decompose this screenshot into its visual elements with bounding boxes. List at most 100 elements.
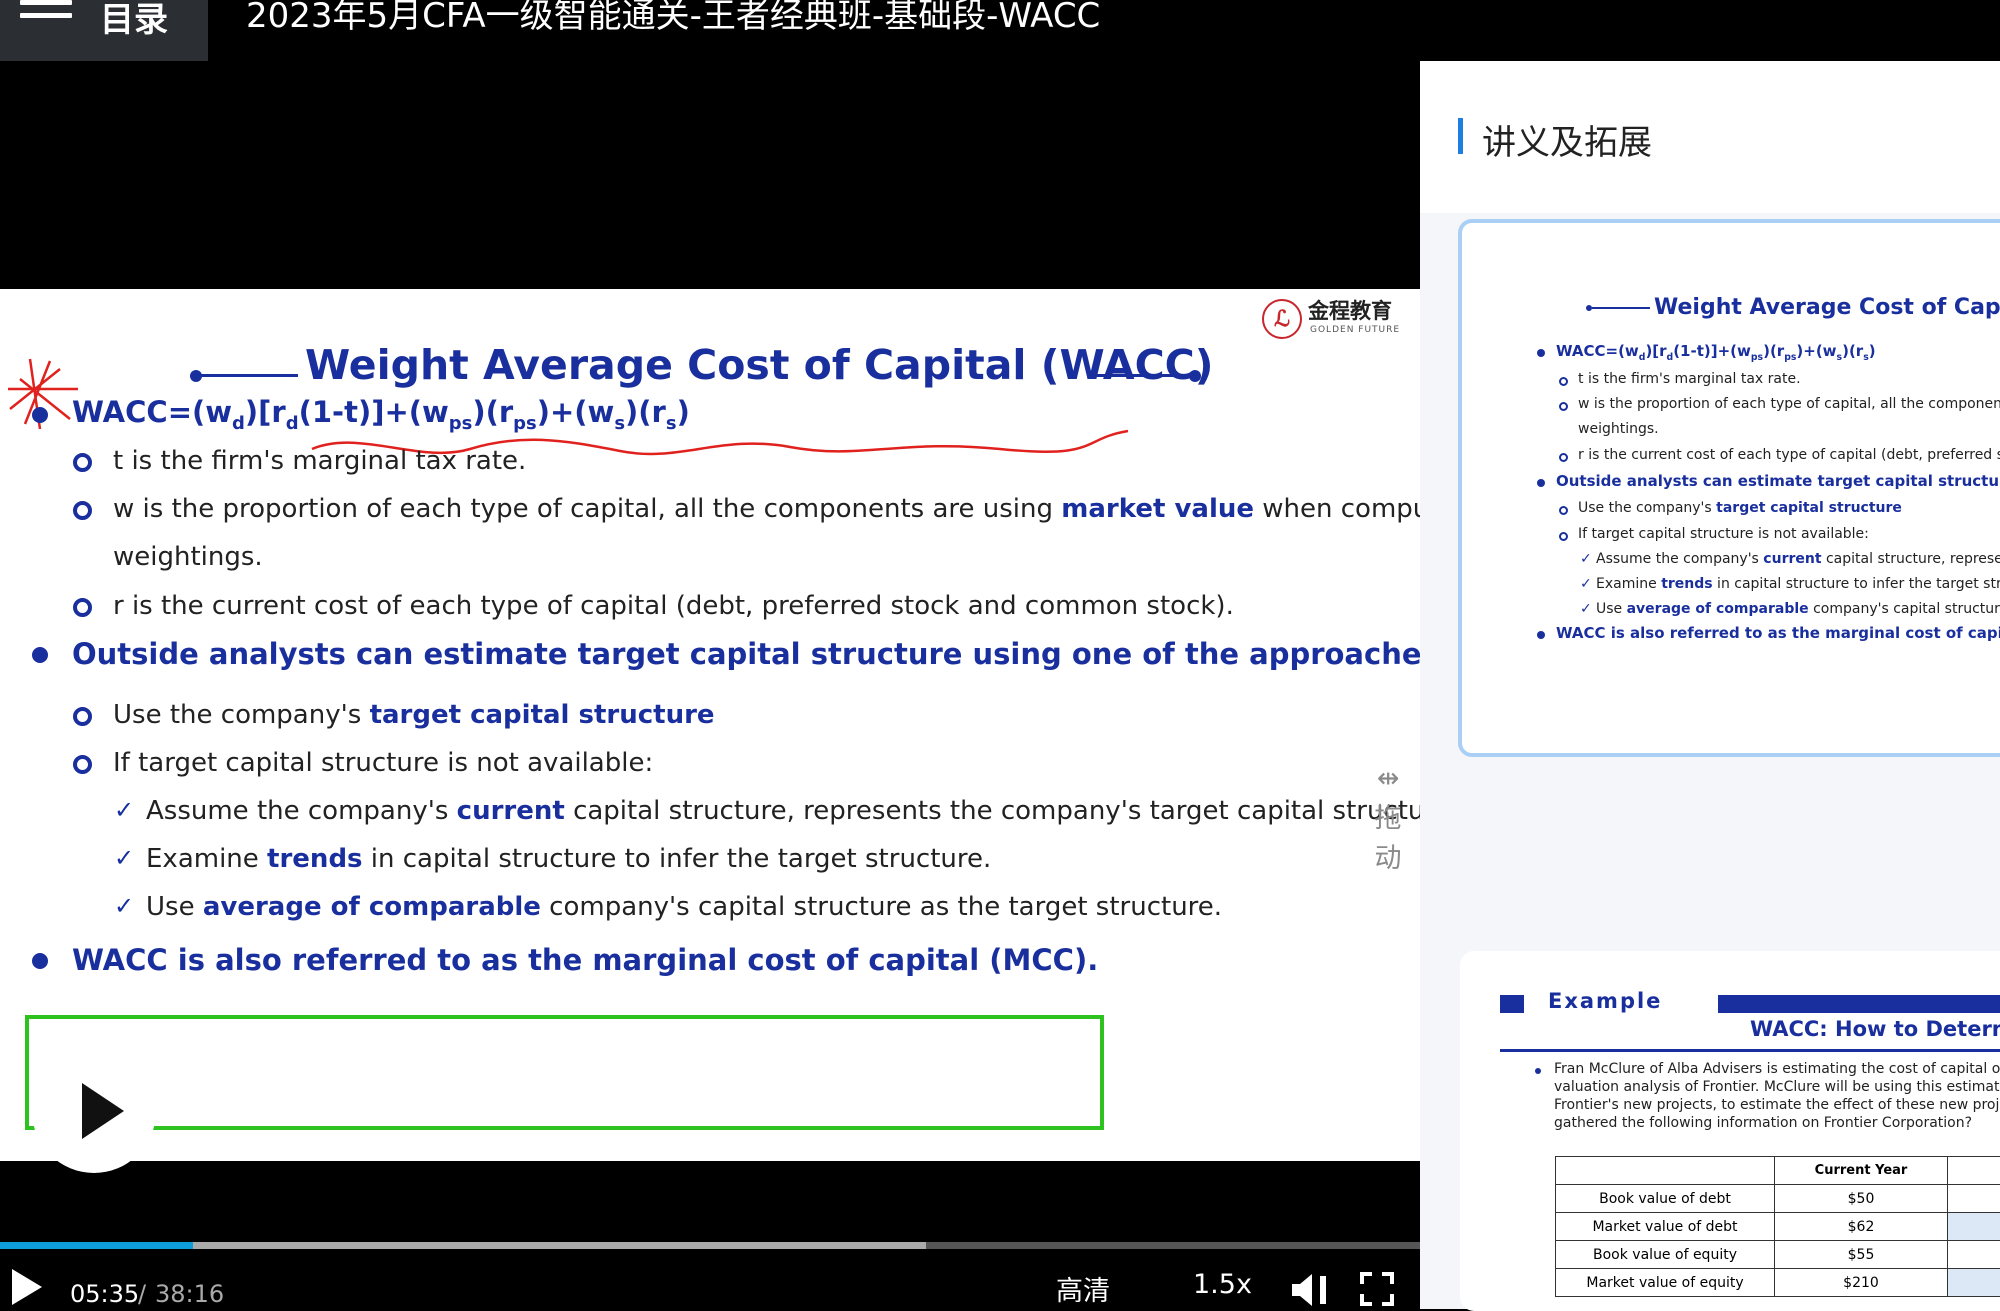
drag-label: 动 [1368,839,1408,879]
video-player[interactable]: ℒ 金程教育 GOLDEN FUTURE Weight Average Cost… [0,61,1420,1309]
current-time: 05:35 [70,1280,139,1308]
card-avg: Use average of comparable company's capi… [1596,601,2000,617]
sub-bullet [1559,532,1568,541]
table-header-cell [1556,1157,1775,1185]
progress-played [0,1242,193,1249]
example-header-bar [1718,995,2000,1013]
panel-accent-bar [1458,118,1463,154]
check-icon: ✓ [114,892,134,920]
table-cell-label: Book value of equity [1556,1241,1775,1269]
card-t-def: t is the firm's marginal tax rate. [1578,371,1801,387]
table-header-cell: Current Year [1775,1157,1948,1185]
tax-rate-definition: t is the firm's marginal tax rate. [113,446,526,476]
table-row: Book value of equity $55 [1556,1241,2000,1269]
cost-definition: r is the current cost of each type of ca… [113,591,1234,621]
course-title: 2023年5月CFA一级智能通关-王者经典班-基础段-WACC [246,0,1100,37]
handout-panel: 讲义及拓展 Weight Average Cost of Capi WACC=(… [1420,61,2000,1309]
speed-selector[interactable]: 1.5x [1193,1269,1252,1300]
player-controls: 05:35 / 38:16 高清 1.5x [0,1252,1420,1309]
handout-card-example[interactable]: Example WACC: How to Determine Fran McCl… [1460,951,2000,1311]
drag-icon: ⇹ [1368,759,1408,799]
example-marker [1500,995,1524,1013]
table-cell [1948,1185,2000,1213]
example-body: gathered the following information on Fr… [1554,1115,1972,1131]
title-deco-line [1592,307,1650,309]
card-if-not: If target capital structure is not avail… [1578,526,1869,542]
card-r-def: r is the current cost of each type of ca… [1578,447,2000,463]
card-assume: Assume the company's current capital str… [1596,551,2000,567]
sub-bullet [73,755,92,774]
handout-card-wacc[interactable]: Weight Average Cost of Capi WACC=(wd)[rd… [1458,219,2000,757]
if-not-available: If target capital structure is not avail… [113,748,653,778]
table-cell-label: Market value of equity [1556,1269,1775,1297]
check-icon: ✓ [1580,551,1592,567]
table-cell-label: Market value of debt [1556,1213,1775,1241]
check-icon: ✓ [114,844,134,872]
table-row: Market value of equity $210 [1556,1269,2000,1297]
top-bar: 目录 2023年5月CFA一级智能通关-王者经典班-基础段-WACC [0,0,2000,61]
catalog-label: 目录 [100,0,168,41]
drag-label: 拖 [1368,799,1408,839]
sub-bullet [1559,453,1568,462]
check-icon: ✓ [1580,601,1592,617]
example-data-table: Current Year Book value of debt $50 Mark… [1555,1156,2000,1297]
highlight-annotation-box [25,1015,1104,1130]
bullet [1537,349,1545,357]
use-target-structure: Use the company's target capital structu… [113,700,715,730]
example-title-underline [1500,1049,2000,1052]
card-use: Use the company's target capital structu… [1578,500,1902,516]
bullet [1537,479,1545,487]
sub-bullet [73,501,92,520]
table-row: Market value of debt $62 [1556,1213,2000,1241]
table-cell-value: $55 [1775,1241,1948,1269]
card-mcc: WACC is also referred to as the marginal… [1556,624,2000,642]
sub-bullet [1559,377,1568,386]
table-row: Book value of debt $50 [1556,1185,2000,1213]
weight-definition-cont: weightings. [113,542,263,572]
card-w-def-cont: weightings. [1578,421,1659,437]
table-cell [1948,1269,2000,1297]
example-body: valuation analysis of Frontier. McClure … [1554,1079,2000,1095]
bullet [32,953,48,969]
table-header-cell [1948,1157,2000,1185]
table-cell-value: $210 [1775,1269,1948,1297]
weight-definition: w is the proportion of each type of capi… [113,494,1420,524]
drag-handle[interactable]: ⇹ 拖 动 [1368,759,1408,879]
table-header-row: Current Year [1556,1157,2000,1185]
bullet [1535,1068,1541,1074]
sub-bullet [1559,506,1568,515]
wacc-formula: WACC=(wd)[rd(1-t)]+(wps)(rps)+(ws)(rs) [72,395,690,434]
table-cell [1948,1241,2000,1269]
check-icon: ✓ [114,796,134,824]
assume-current-structure: Assume the company's current capital str… [146,796,1420,826]
sub-bullet [1559,402,1568,411]
time-separator: / [138,1280,146,1308]
catalog-menu-button[interactable]: 目录 [0,0,208,61]
play-icon[interactable] [12,1269,42,1305]
use-comparable-average: Use average of comparable company's capi… [146,892,1222,922]
example-title: WACC: How to Determine [1750,1017,2000,1041]
volume-icon[interactable] [1290,1272,1336,1308]
panel-title: 讲义及拓展 [1482,115,1652,164]
fullscreen-icon[interactable] [1360,1272,1394,1306]
check-icon: ✓ [1580,576,1592,592]
sub-bullet [73,453,92,472]
big-play-button[interactable] [32,1049,156,1173]
list-menu-icon [20,0,72,26]
bullet [1537,631,1545,639]
table-cell-label: Book value of debt [1556,1185,1775,1213]
panel-header: 讲义及拓展 [1420,61,2000,213]
table-cell-value: $62 [1775,1213,1948,1241]
mcc-statement: WACC is also referred to as the marginal… [72,943,1098,977]
sub-bullet [73,707,92,726]
card-formula: WACC=(wd)[rd(1-t)]+(wps)(rps)+(ws)(rs) [1556,342,1876,363]
bullet [32,647,48,663]
card-w-def: w is the proportion of each type of capi… [1578,396,2000,412]
example-label: Example [1548,989,1662,1013]
bullet [32,407,48,423]
example-body: Fran McClure of Alba Advisers is estimat… [1554,1061,2000,1077]
card-title: Weight Average Cost of Capi [1654,295,2000,320]
card-examine: Examine trends in capital structure to i… [1596,576,2000,592]
quality-selector[interactable]: 高清 [1056,1269,1110,1308]
total-time: 38:16 [155,1280,224,1308]
